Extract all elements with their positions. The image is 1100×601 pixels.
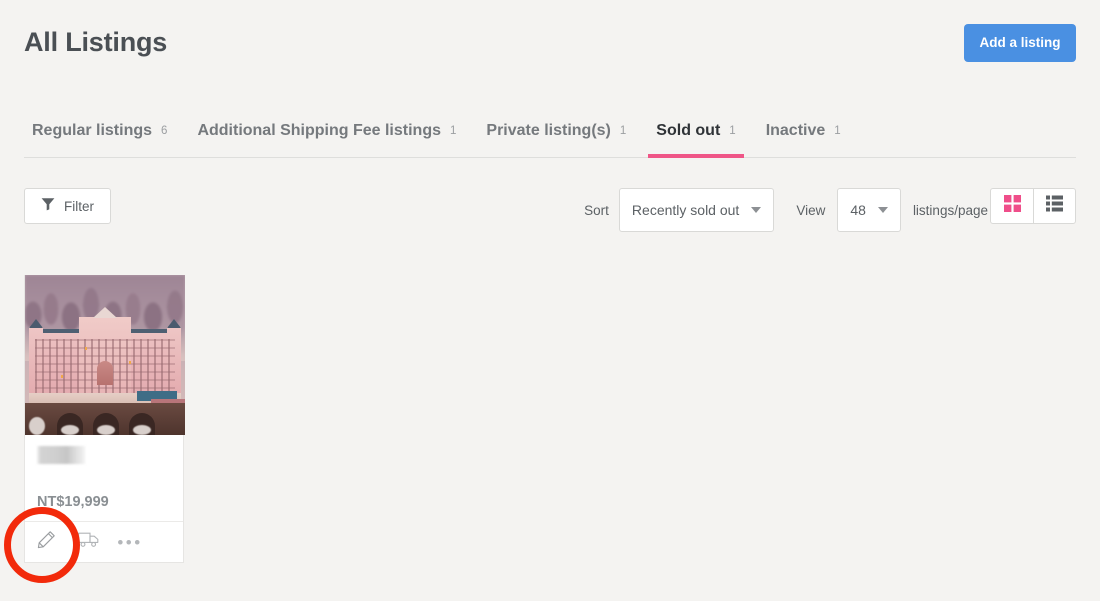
listing-card[interactable]: NT$19,999 ••• — [24, 275, 185, 563]
funnel-icon — [41, 197, 55, 216]
lit-window — [85, 347, 87, 350]
page-title: All Listings — [24, 27, 168, 57]
snow-patch — [133, 425, 151, 435]
listings-per-page-label: listings/page — [912, 202, 988, 218]
hotel-pediment — [93, 307, 117, 318]
tab-additional-shipping-fee-listings[interactable]: Additional Shipping Fee listings 1 — [189, 104, 464, 157]
filter-label: Filter — [64, 198, 94, 214]
listings-toolbar: Filter Sort Recently sold out View 48 li… — [0, 186, 1100, 234]
tab-label: Sold out — [656, 121, 721, 139]
grid-view-button[interactable] — [991, 189, 1033, 223]
sort-select-value: Recently sold out — [631, 202, 740, 218]
tab-regular-listings[interactable]: Regular listings 6 — [24, 104, 175, 157]
tab-inactive[interactable]: Inactive 1 — [758, 104, 849, 157]
ellipsis-icon: ••• — [117, 532, 143, 552]
all-listings-page: All Listings Add a listing Regular listi… — [0, 0, 1100, 601]
snow-patch — [97, 425, 115, 435]
tab-count: 1 — [834, 124, 841, 137]
shipping-info-button[interactable] — [67, 522, 109, 563]
listing-thumbnail[interactable] — [25, 275, 185, 435]
lit-window — [129, 361, 131, 364]
view-mode-toggle — [990, 188, 1076, 224]
tab-count: 1 — [729, 124, 736, 137]
view-label: View — [796, 202, 826, 218]
add-listing-button[interactable]: Add a listing — [964, 24, 1076, 62]
sort-and-view-controls: Sort Recently sold out View 48 listings/… — [584, 186, 988, 234]
pencil-icon — [37, 530, 56, 554]
listing-details: NT$19,999 — [25, 435, 183, 521]
lit-window — [61, 375, 63, 378]
listings-grid: NT$19,999 ••• — [24, 275, 185, 563]
truck-icon — [77, 531, 99, 553]
tab-label: Private listing(s) — [486, 121, 611, 139]
snow-tree — [29, 417, 45, 435]
tab-count: 1 — [450, 124, 457, 137]
sort-select[interactable]: Recently sold out — [618, 188, 775, 232]
hotel-entrance — [97, 361, 113, 385]
tab-active-underline — [648, 154, 744, 158]
chevron-down-icon — [877, 207, 888, 213]
edit-listing-button[interactable] — [25, 522, 67, 563]
list-view-button[interactable] — [1033, 189, 1075, 223]
listing-tabs: Regular listings 6 Additional Shipping F… — [24, 104, 1076, 158]
listing-price: NT$19,999 — [37, 494, 109, 510]
tab-label: Inactive — [765, 121, 826, 139]
sort-label: Sort — [584, 202, 609, 218]
listing-title-redacted — [37, 446, 85, 464]
tab-sold-out[interactable]: Sold out 1 — [648, 104, 744, 158]
list-view-icon — [1046, 195, 1063, 217]
tab-count: 1 — [619, 124, 627, 137]
chevron-down-icon — [751, 207, 762, 213]
tab-count: 6 — [161, 124, 168, 137]
page-header: All Listings Add a listing — [0, 0, 1100, 86]
snow-patch — [61, 425, 79, 435]
tab-private-listings[interactable]: Private listing(s) 1 — [478, 104, 634, 157]
grid-view-icon — [1003, 195, 1021, 217]
listing-card-actions: ••• — [25, 521, 183, 562]
more-options-button[interactable]: ••• — [109, 522, 151, 563]
per-page-select-value: 48 — [850, 202, 866, 218]
tab-label: Additional Shipping Fee listings — [197, 121, 441, 139]
filter-button[interactable]: Filter — [24, 188, 111, 224]
per-page-select[interactable]: 48 — [837, 188, 901, 232]
tab-label: Regular listings — [32, 121, 153, 139]
